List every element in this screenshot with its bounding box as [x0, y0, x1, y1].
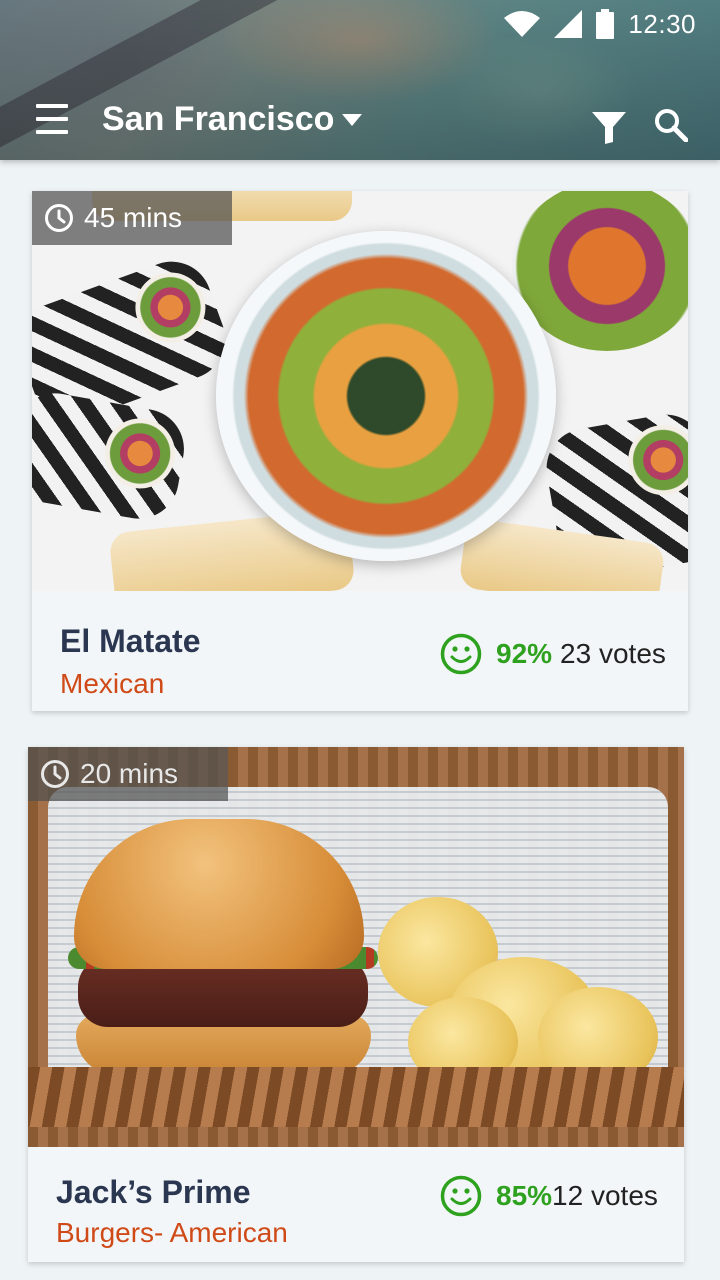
- rating: 85% 12 votes: [440, 1175, 658, 1217]
- battery-icon: [596, 9, 615, 39]
- rating: 92% 23 votes: [440, 633, 666, 675]
- delivery-time: 20 mins: [80, 758, 179, 789]
- city-label: San Francisco: [102, 100, 335, 138]
- dropdown-caret-icon: [342, 113, 363, 126]
- smiley-icon: [440, 1175, 482, 1217]
- vote-count: 23 votes: [560, 638, 666, 669]
- restaurant-name: Jack’s Prime: [56, 1174, 251, 1210]
- search-icon[interactable]: [654, 108, 688, 142]
- rating-percent: 92%: [496, 638, 553, 669]
- restaurant-photo: [32, 191, 688, 591]
- clock-icon: [41, 760, 69, 788]
- restaurant-cuisine: Burgers- American: [56, 1217, 288, 1248]
- delivery-time-badge: 45 mins: [32, 191, 232, 245]
- city-selector[interactable]: San Francisco: [102, 100, 363, 139]
- restaurant-card[interactable]: 45 mins El Matate Mexican 92% 23 votes: [32, 191, 688, 711]
- clock-icon: [45, 204, 73, 232]
- delivery-time: 45 mins: [84, 202, 183, 233]
- restaurant-cuisine: Mexican: [60, 668, 165, 699]
- menu-icon[interactable]: [36, 104, 68, 134]
- wifi-icon: [504, 11, 541, 37]
- toolbar: San Francisco: [0, 92, 720, 152]
- vote-count: 12 votes: [552, 1180, 658, 1211]
- status-time: 12:30: [628, 8, 696, 39]
- restaurant-photo: [28, 747, 684, 1147]
- filter-icon[interactable]: [592, 112, 626, 144]
- rating-percent: 85%: [496, 1180, 553, 1211]
- smiley-icon: [440, 633, 482, 675]
- delivery-time-badge: 20 mins: [28, 747, 228, 801]
- app-header: 12:30 San Francisco: [0, 0, 720, 160]
- status-bar: 12:30: [504, 8, 696, 40]
- signal-icon: [554, 10, 583, 38]
- restaurant-name: El Matate: [60, 623, 201, 659]
- restaurant-card[interactable]: 20 mins Jack’s Prime Burgers- American 8…: [28, 747, 684, 1262]
